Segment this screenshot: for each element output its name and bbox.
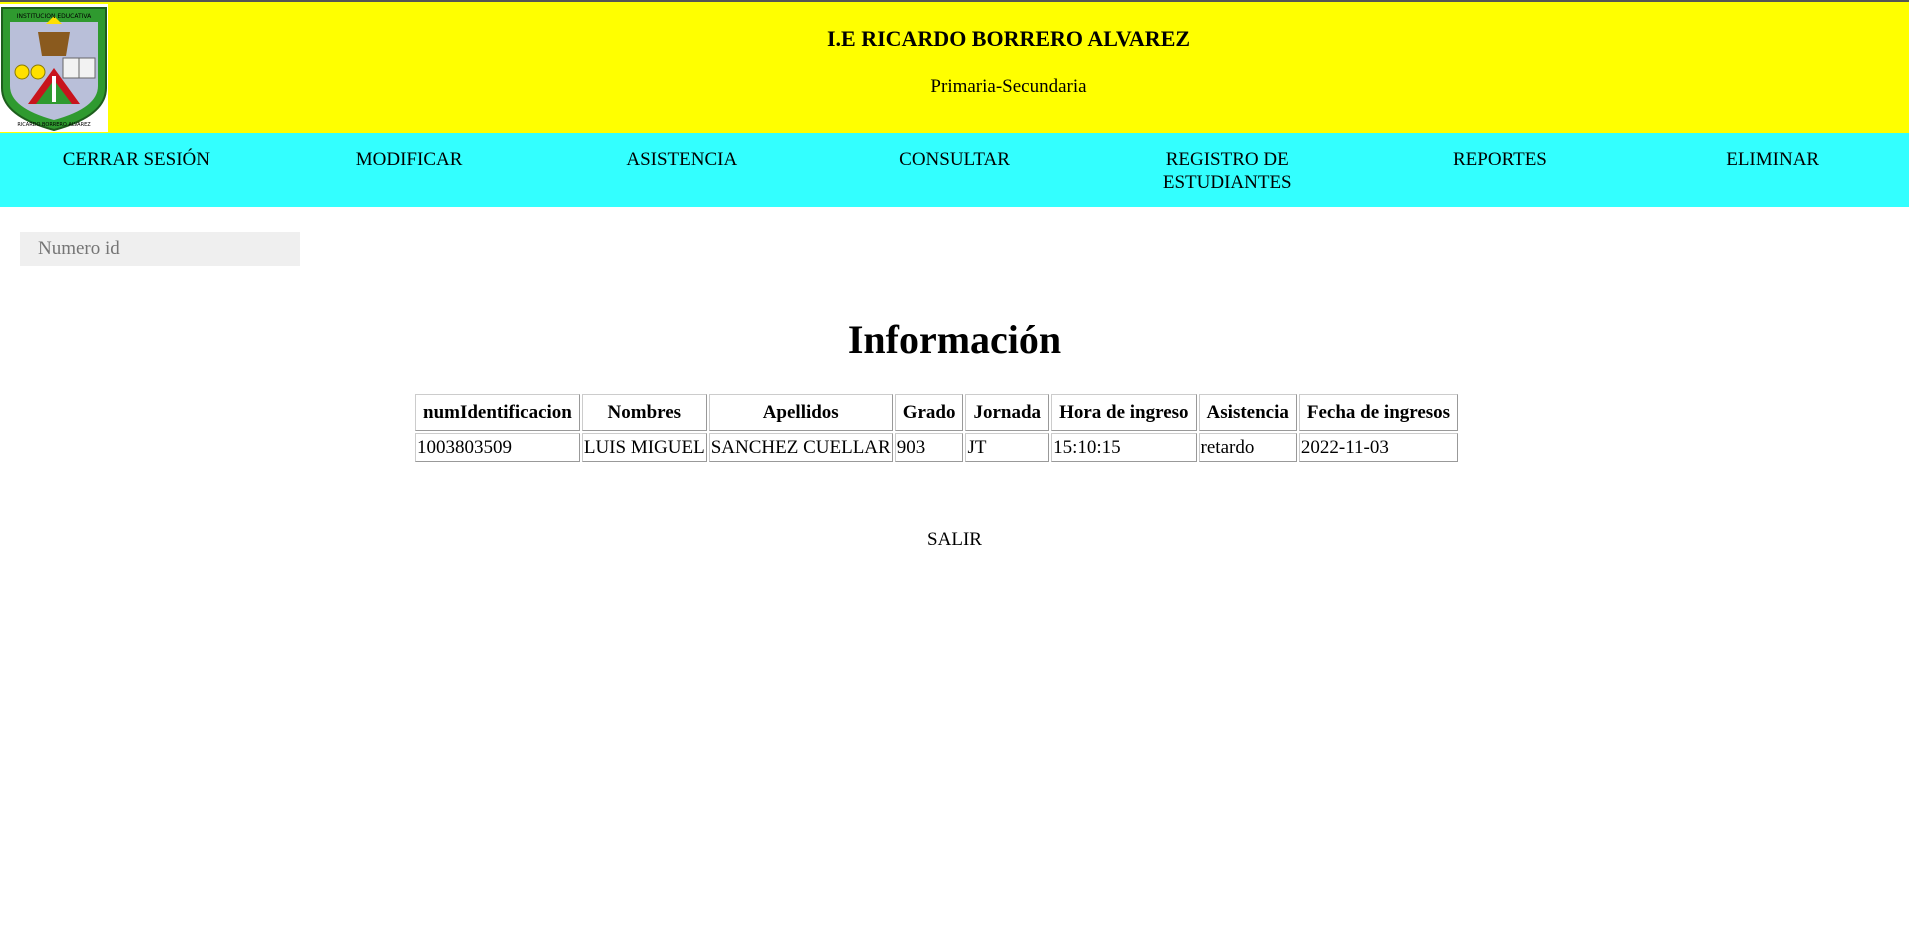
header-banner: INSTITUCION EDUCATIVA RICARDO BORRERO AL… (0, 0, 1909, 133)
crest-top-text: INSTITUCION EDUCATIVA (17, 13, 92, 20)
nav-eliminar-label: ELIMINAR (1726, 149, 1820, 170)
table-cell: SANCHEZ CUELLAR (708, 433, 893, 462)
column-header: Nombres (581, 394, 707, 431)
id-search-input[interactable] (20, 232, 300, 266)
table-cell: retardo (1198, 433, 1297, 462)
nav-consultar-label: CONSULTAR (899, 149, 1010, 170)
column-header: Hora de ingreso (1051, 394, 1197, 431)
table-cell: LUIS MIGUEL (581, 433, 707, 462)
table-cell: JT (965, 433, 1050, 462)
column-header: Jornada (965, 394, 1050, 431)
nav-asistencia[interactable]: ASISTENCIA (545, 133, 818, 207)
nav-cerrar-sesion[interactable]: CERRAR SESIÓN (0, 133, 273, 207)
nav-registro-estudiantes[interactable]: REGISTRO DE ESTUDIANTES (1091, 133, 1364, 207)
table-cell: 15:10:15 (1051, 433, 1197, 462)
nav-consultar[interactable]: CONSULTAR (818, 133, 1091, 207)
column-header: Fecha de ingresos (1298, 394, 1459, 431)
exit-link[interactable]: SALIR (0, 529, 1909, 551)
nav-registro-estudiantes-label: REGISTRO DE ESTUDIANTES (1162, 149, 1292, 193)
table-row: 1003803509 LUIS MIGUEL SANCHEZ CUELLAR 9… (415, 433, 1459, 462)
table-cell: 903 (894, 433, 964, 462)
main-nav: CERRAR SESIÓN MODIFICAR ASISTENCIA CONSU… (0, 133, 1909, 207)
nav-reportes-label: REPORTES (1453, 149, 1547, 170)
column-header: numIdentificacion (415, 394, 580, 431)
nav-reportes[interactable]: REPORTES (1364, 133, 1637, 207)
attendance-table: numIdentificacion Nombres Apellidos Grad… (413, 392, 1460, 464)
crest-bottom-text: RICARDO BORRERO ALVAREZ (17, 122, 91, 128)
column-header: Grado (894, 394, 964, 431)
column-header: Asistencia (1198, 394, 1297, 431)
nav-asistencia-label: ASISTENCIA (626, 149, 738, 170)
nav-modificar[interactable]: MODIFICAR (273, 133, 546, 207)
table-cell: 1003803509 (415, 433, 580, 462)
nav-eliminar[interactable]: ELIMINAR (1636, 133, 1909, 207)
nav-cerrar-sesion-label: CERRAR SESIÓN (62, 149, 210, 170)
institution-title: I.E RICARDO BORRERO ALVAREZ (826, 26, 1191, 51)
column-header: Apellidos (708, 394, 893, 431)
table-header-row: numIdentificacion Nombres Apellidos Grad… (415, 394, 1459, 431)
table-cell: 2022-11-03 (1298, 433, 1459, 462)
page-title: Información (847, 317, 1062, 362)
school-crest-icon: INSTITUCION EDUCATIVA RICARDO BORRERO AL… (0, 4, 108, 132)
institution-subtitle: Primaria-Secundaria (930, 76, 1087, 97)
nav-modificar-label: MODIFICAR (355, 149, 463, 170)
